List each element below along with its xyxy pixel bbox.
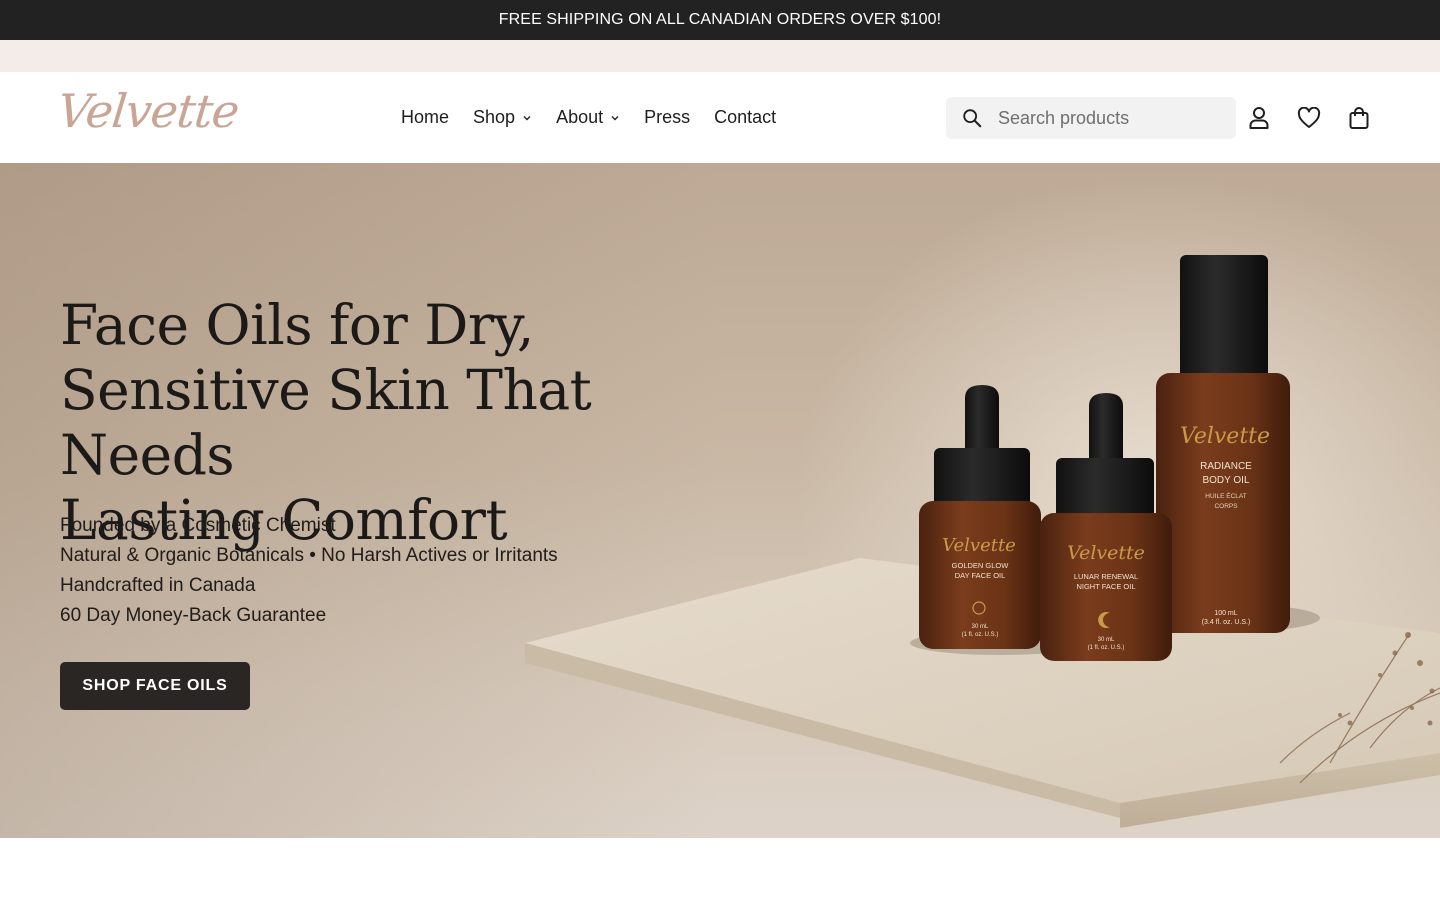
nav-about[interactable]: About bbox=[556, 107, 620, 128]
nav-shop[interactable]: Shop bbox=[473, 107, 532, 128]
nav-home[interactable]: Home bbox=[401, 107, 449, 128]
product-3-name-2: BODY OIL bbox=[1202, 475, 1249, 486]
product-2-size-2: (1 fl. oz. U.S.) bbox=[1088, 645, 1125, 651]
nav-press[interactable]: Press bbox=[644, 107, 690, 128]
product-1-name-1: GOLDEN GLOW bbox=[952, 561, 1010, 570]
benefit-item: Handcrafted in Canada bbox=[60, 575, 256, 596]
chevron-down-icon bbox=[523, 115, 531, 120]
product-3-size-2: (3.4 fl. oz. U.S.) bbox=[1202, 619, 1251, 626]
product-2-brand: Velvette bbox=[1067, 542, 1145, 564]
product-2-name-2: NIGHT FACE OIL bbox=[1076, 582, 1135, 591]
nav-shop-label: Shop bbox=[473, 107, 516, 127]
product-1-brand: Velvette bbox=[942, 535, 1016, 556]
product-3-name-1: RADIANCE bbox=[1200, 461, 1252, 472]
cart-bag-icon[interactable] bbox=[1346, 105, 1372, 131]
header-top-band bbox=[0, 40, 1440, 72]
search-icon[interactable] bbox=[961, 107, 983, 129]
search-box[interactable] bbox=[946, 97, 1236, 139]
product-3-sub-2: CORPS bbox=[1214, 503, 1238, 510]
announcement-bar: FREE SHIPPING ON ALL CANADIAN ORDERS OVE… bbox=[0, 0, 1440, 40]
announcement-text: FREE SHIPPING ON ALL CANADIAN ORDERS OVE… bbox=[498, 11, 942, 28]
product-2-name-1: LUNAR RENEWAL bbox=[1074, 572, 1138, 581]
benefit-item: Founded by a Cosmetic Chemist bbox=[60, 515, 336, 536]
search-input[interactable] bbox=[998, 107, 1218, 129]
main-nav: Home Shop About Press Contact bbox=[401, 72, 776, 163]
product-1-size-2: (1 fl. oz. U.S.) bbox=[962, 632, 999, 638]
nav-contact-label: Contact bbox=[714, 107, 777, 127]
hero-title-line-2: Sensitive Skin That Needs bbox=[60, 358, 592, 487]
nav-contact[interactable]: Contact bbox=[714, 107, 776, 128]
product-3-sub-1: HUILE ÉCLAT bbox=[1205, 491, 1246, 500]
nav-press-label: Press bbox=[644, 107, 691, 127]
product-1-name-2: DAY FACE OIL bbox=[955, 571, 1006, 580]
nav-home-label: Home bbox=[401, 107, 450, 127]
shop-face-oils-button[interactable]: SHOP FACE OILS bbox=[60, 662, 250, 710]
brand-logo[interactable]: Velvette bbox=[55, 84, 241, 138]
product-3-brand: Velvette bbox=[1180, 424, 1270, 449]
chevron-down-icon bbox=[611, 115, 619, 120]
benefit-item: Natural & Organic Botanicals • No Harsh … bbox=[60, 545, 558, 566]
wishlist-heart-icon[interactable] bbox=[1296, 105, 1322, 131]
header-icons bbox=[1246, 105, 1372, 131]
hero-title-line-1: Face Oils for Dry, bbox=[60, 293, 534, 357]
product-1-size-1: 30 mL bbox=[972, 624, 989, 630]
page-below-fold bbox=[0, 838, 1440, 900]
nav-about-label: About bbox=[556, 107, 604, 127]
hero-benefits-list: Founded by a Cosmetic Chemist Natural & … bbox=[60, 511, 558, 631]
benefit-item: 60 Day Money-Back Guarantee bbox=[60, 605, 327, 626]
account-icon[interactable] bbox=[1246, 105, 1272, 131]
site-header: Velvette Home Shop About Press Contact bbox=[0, 72, 1440, 163]
hero-banner: Velvette RADIANCE BODY OIL HUILE ÉCLAT C… bbox=[0, 163, 1440, 838]
product-2-size-1: 30 mL bbox=[1098, 637, 1115, 643]
product-3-size-1: 100 mL bbox=[1214, 610, 1237, 617]
